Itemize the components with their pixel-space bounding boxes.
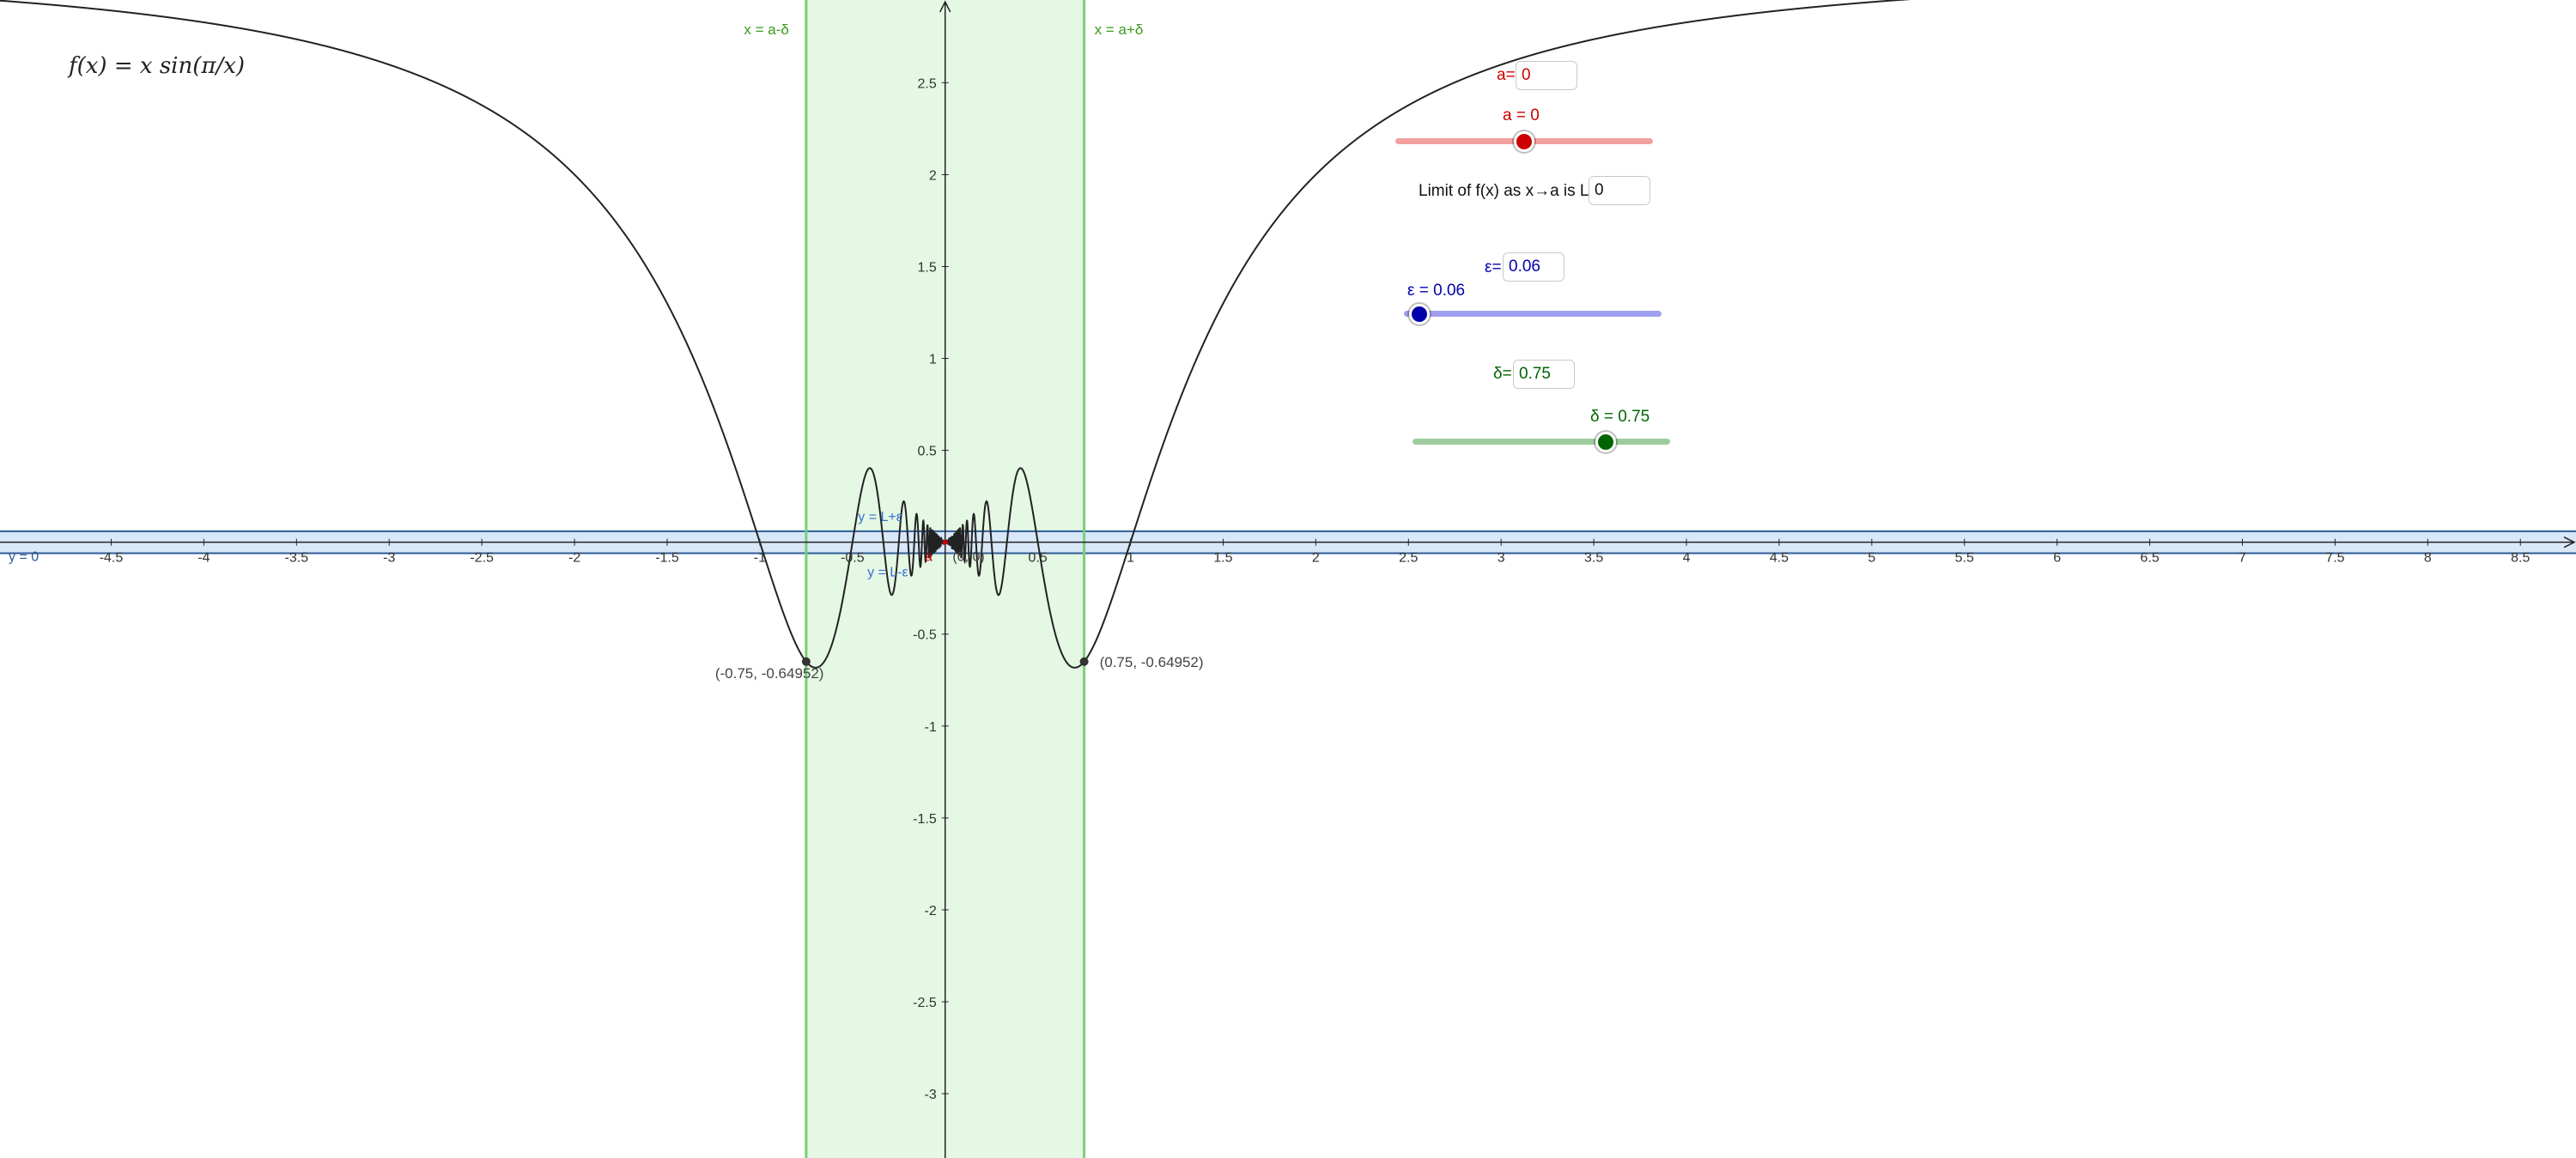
epsilon-input[interactable] [1503, 252, 1564, 282]
right-delta-line-label: x = a+δ [1095, 21, 1144, 38]
delta-slider-label: δ = 0.75 [1590, 408, 1650, 426]
y-tick-label: 0.5 [917, 445, 936, 459]
x-tick-label: 6 [2053, 551, 2061, 566]
epsilon-input-label: ε= [1485, 258, 1502, 276]
x-tick-label: 7 [2239, 551, 2246, 566]
x-tick-label: 7.5 [2325, 551, 2344, 566]
limit-label: Limit of f(x) as x→a is L= [1419, 182, 1599, 200]
x-tick-label: 8 [2424, 551, 2432, 566]
point-right-delta-label: (0.75, -0.64952) [1100, 654, 1204, 670]
x-tick-label: 1.5 [1213, 551, 1232, 566]
point-left-delta-label: (-0.75, -0.64952) [715, 665, 824, 682]
delta-input-label: δ= [1493, 365, 1512, 383]
y-tick-label: 1.5 [917, 260, 936, 275]
x-tick-label: 4 [1683, 551, 1691, 566]
x-tick-label: -2.5 [470, 551, 494, 566]
a-slider-label: a = 0 [1503, 106, 1540, 124]
a-input[interactable] [1516, 61, 1577, 90]
formula-text: f(x) = x sin(π/x) [69, 53, 246, 79]
limit-point-label: (0, 0) [952, 550, 984, 565]
point-right-delta [1079, 657, 1089, 666]
x-tick-label: 5.5 [1955, 551, 1974, 566]
x-tick-label: 4.5 [1770, 551, 1789, 566]
y-line-label: y = 0 [9, 550, 39, 565]
y-tick-label: 2 [929, 168, 937, 183]
a-point-label: a [925, 550, 933, 565]
x-tick-label: 5 [1868, 551, 1875, 566]
x-tick-label: -4 [197, 551, 210, 566]
epsilon-slider-track[interactable] [1404, 311, 1662, 317]
epsilon-slider-label: ε = 0.06 [1407, 282, 1466, 300]
upper-epsilon-line-label: y = L+ε [858, 510, 902, 524]
limit-point [942, 539, 948, 545]
y-tick-label: -2 [924, 904, 936, 919]
delta-slider-track[interactable] [1413, 439, 1670, 445]
x-tick-label: 2.5 [1399, 551, 1418, 566]
graph-view[interactable]: -4.5 -4 -3.5 -3 -2.5 -2 -1.5 -1 -0.5 0.5 1 1.5 2 2.5 3… [0, 0, 2576, 1158]
x-tick-label: 3 [1498, 551, 1505, 566]
a-input-label: a= [1497, 66, 1516, 84]
x-tick-label: 2 [1312, 551, 1320, 566]
function-curve-right [945, 0, 1911, 669]
y-tick-label: -2.5 [913, 996, 937, 1010]
y-tick-label: -1.5 [913, 812, 937, 827]
y-tick-label: -0.5 [913, 628, 937, 643]
y-tick-label: -3 [924, 1088, 936, 1102]
function-curve-left [0, 0, 946, 669]
y-tick-label: 2.5 [917, 76, 936, 91]
delta-input[interactable] [1513, 360, 1575, 389]
x-tick-label: 3.5 [1584, 551, 1603, 566]
x-tick-label: -1.5 [655, 551, 679, 566]
x-tick-label: 0.5 [1029, 551, 1048, 566]
function-formula: f(x) = x sin(π/x) [69, 53, 245, 79]
x-tick-label: 8.5 [2511, 551, 2530, 566]
y-tick-label: -1 [924, 720, 936, 735]
lower-epsilon-line-label: y = L-ε [867, 566, 908, 580]
x-tick-label: -4.5 [100, 551, 124, 566]
x-tick-label: -3.5 [285, 551, 309, 566]
x-tick-label: -0.5 [841, 551, 865, 566]
a-slider-handle[interactable] [1514, 131, 1534, 152]
epsilon-slider-handle[interactable] [1409, 304, 1430, 324]
x-tick-label: -3 [383, 551, 395, 566]
delta-slider-handle[interactable] [1595, 432, 1616, 452]
limit-input[interactable] [1589, 176, 1650, 205]
x-tick-label: -2 [568, 551, 580, 566]
left-delta-line-label: x = a-δ [744, 21, 788, 38]
x-tick-label: 6.5 [2140, 551, 2159, 566]
y-tick-label: 1 [929, 353, 937, 367]
